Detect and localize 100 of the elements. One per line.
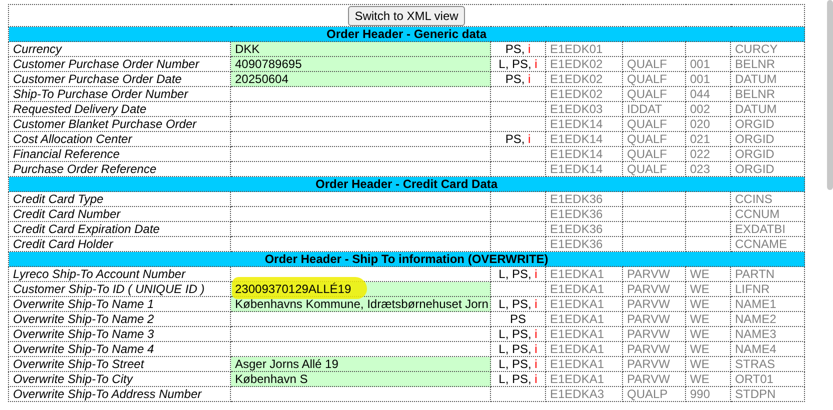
table-cell: DATUM — [730, 102, 805, 116]
table-cell: ORT01 — [730, 372, 805, 386]
value-cell: Asger Jorns Allé 19 — [230, 356, 490, 372]
table-cell: PARVW — [622, 282, 686, 296]
table-cell: E1EDK03 — [546, 102, 622, 116]
field-label: Credit Card Number — [8, 206, 230, 222]
table-cell: WE — [686, 326, 730, 342]
table-cell: E1EDK02 — [546, 86, 622, 102]
flags-cell: L, PS, i — [490, 56, 546, 72]
table-cell: E1EDK14 — [546, 146, 622, 162]
value-cell: København S — [230, 372, 490, 386]
field-label: Ship-To Purchase Order Number — [8, 86, 230, 102]
table-cell: 044 — [686, 86, 730, 102]
table-cell: E1EDK14 — [546, 116, 622, 132]
table-cell: PARVW — [622, 266, 686, 282]
field-label: Currency — [8, 42, 230, 56]
table-cell: E1EDKA1 — [546, 296, 622, 312]
flags-cell: L, PS, i — [490, 266, 546, 282]
field-label: Overwrite Ship-To Name 2 — [8, 312, 230, 326]
table-cell: 001 — [686, 72, 730, 86]
flags-cell: L, PS, i — [490, 326, 546, 342]
table-cell: E1EDKA1 — [546, 266, 622, 282]
table-cell: BELNR — [730, 56, 805, 72]
table-cell: ORGID — [730, 116, 805, 132]
table-cell: ORGID — [730, 132, 805, 146]
field-label: Overwrite Ship-To Name 3 — [8, 326, 230, 342]
flags-cell: PS — [490, 312, 546, 326]
table-cell: E1EDK36 — [546, 192, 622, 206]
table-cell: E1EDK36 — [546, 206, 622, 222]
flags-cell: L, PS, i — [490, 296, 546, 312]
switch-view-button[interactable]: Switch to XML view — [348, 6, 466, 26]
table-cell: PARVW — [622, 296, 686, 312]
table-cell: WE — [686, 372, 730, 386]
table-cell: QUALF — [622, 116, 686, 132]
table-cell: WE — [686, 282, 730, 296]
table-cell: E1EDKA1 — [546, 372, 622, 386]
table-cell: 021 — [686, 132, 730, 146]
table-cell: 020 — [686, 116, 730, 132]
field-label: Customer Purchase Order Date — [8, 72, 230, 86]
table-cell: E1EDK02 — [546, 56, 622, 72]
table-cell: E1EDKA1 — [546, 282, 622, 296]
field-label: Credit Card Expiration Date — [8, 222, 230, 236]
table-cell: NAME2 — [730, 312, 805, 326]
table-cell: E1EDKA1 — [546, 312, 622, 326]
section-header: Order Header - Generic data — [8, 26, 805, 42]
table-cell: QUALF — [622, 56, 686, 72]
table-cell: QUALP — [622, 386, 686, 402]
table-cell: QUALF — [622, 146, 686, 162]
table-cell: 022 — [686, 146, 730, 162]
field-label: Overwrite Ship-To Street — [8, 356, 230, 372]
flags-cell: PS, i — [490, 42, 546, 56]
field-label: Cost Allocation Center — [8, 132, 230, 146]
table-cell: EXDATBI — [730, 222, 805, 236]
field-label: Overwrite Ship-To Name 4 — [8, 342, 230, 356]
section-header: Order Header - Credit Card Data — [8, 176, 805, 192]
table-cell: E1EDKA1 — [546, 356, 622, 372]
table-cell: NAME1 — [730, 296, 805, 312]
field-label: Customer Purchase Order Number — [8, 56, 230, 72]
field-label: Customer Blanket Purchase Order — [8, 116, 230, 132]
table-cell: CCINS — [730, 192, 805, 206]
field-label: Requested Delivery Date — [8, 102, 230, 116]
field-label: Financial Reference — [8, 146, 230, 162]
table-cell: E1EDKA1 — [546, 326, 622, 342]
table-cell: DATUM — [730, 72, 805, 86]
table-cell: E1EDK02 — [546, 72, 622, 86]
table-cell: 002 — [686, 102, 730, 116]
table-cell: PARVW — [622, 372, 686, 386]
field-label: Overwrite Ship-To Name 1 — [8, 296, 230, 312]
field-label: Overwrite Ship-To Address Number — [8, 386, 230, 402]
table-cell: 990 — [686, 386, 730, 402]
table-cell: CURCY — [730, 42, 805, 56]
table-cell: E1EDK14 — [546, 132, 622, 146]
field-label: Credit Card Type — [8, 192, 230, 206]
flags-cell: L, PS, i — [490, 356, 546, 372]
table-cell: E1EDK36 — [546, 222, 622, 236]
table-cell: PARVW — [622, 312, 686, 326]
table-cell: PARVW — [622, 342, 686, 356]
table-cell: NAME4 — [730, 342, 805, 356]
table-cell: CCNUM — [730, 206, 805, 222]
table-cell: WE — [686, 342, 730, 356]
table-cell: STRAS — [730, 356, 805, 372]
table-cell: QUALF — [622, 72, 686, 86]
scrollbar-thumb[interactable] — [827, 0, 833, 190]
table-cell: WE — [686, 312, 730, 326]
field-label: Customer Ship-To ID ( UNIQUE ID ) — [8, 282, 230, 296]
flags-cell: L, PS, i — [490, 372, 546, 386]
table-cell: ORGID — [730, 146, 805, 162]
table-cell: PARVW — [622, 356, 686, 372]
table-cell: IDDAT — [622, 102, 686, 116]
table-cell: BELNR — [730, 86, 805, 102]
flags-cell: L, PS, i — [490, 342, 546, 356]
field-label: Overwrite Ship-To City — [8, 372, 230, 386]
field-label: Lyreco Ship-To Account Number — [8, 266, 230, 282]
table-cell: LIFNR — [730, 282, 805, 296]
value-cell: 4090789695 — [230, 56, 490, 72]
value-cell: 20250604 — [230, 72, 490, 86]
table-cell: WE — [686, 356, 730, 372]
table-cell: 001 — [686, 56, 730, 72]
section-header: Order Header - Ship To information (OVERWRITE) — [8, 252, 805, 266]
table-cell: E1EDKA1 — [546, 342, 622, 356]
